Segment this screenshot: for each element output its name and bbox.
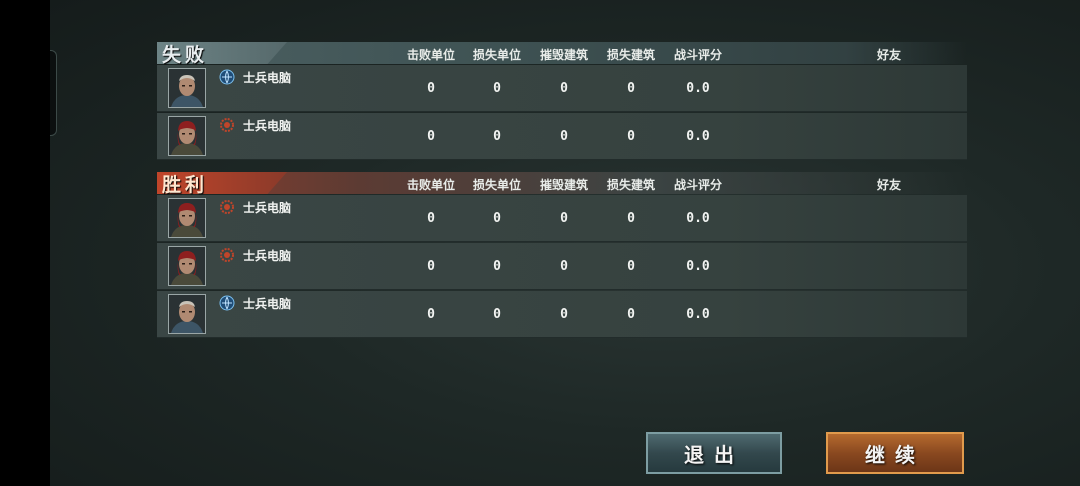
side-drawer-handle[interactable] bbox=[50, 50, 57, 136]
continue-button[interactable]: 继续 bbox=[826, 432, 964, 474]
player-row: 士兵电脑 0 0 0 0 0.0 bbox=[157, 65, 967, 112]
col-score-header: 战斗评分 bbox=[673, 48, 723, 62]
blue-globe-icon bbox=[219, 295, 235, 311]
player-row: 士兵电脑 0 0 0 0 0.0 bbox=[157, 113, 967, 160]
red-gear-icon bbox=[219, 247, 235, 263]
kills-value: 0 bbox=[427, 81, 435, 96]
destroyed-value: 0 bbox=[560, 307, 568, 322]
col-friend-header: 好友 bbox=[876, 178, 902, 192]
player-row: 士兵电脑 0 0 0 0 0.0 bbox=[157, 243, 967, 290]
losses-value: 0 bbox=[493, 259, 501, 274]
losses-value: 0 bbox=[493, 81, 501, 96]
player-row: 士兵电脑 0 0 0 0 0.0 bbox=[157, 291, 967, 338]
losses-value: 0 bbox=[493, 307, 501, 322]
player-avatar bbox=[168, 294, 206, 334]
exit-button[interactable]: 退出 bbox=[646, 432, 782, 474]
lost-buildings-value: 0 bbox=[627, 81, 635, 96]
kills-value: 0 bbox=[427, 129, 435, 144]
kills-value: 0 bbox=[427, 211, 435, 226]
score-value: 0.0 bbox=[686, 211, 710, 226]
victory-header: 胜利 击败单位 损失单位 摧毁建筑 损失建筑 战斗评分 好友 bbox=[157, 172, 967, 196]
player-row: 士兵电脑 0 0 0 0 0.0 bbox=[157, 195, 967, 242]
destroyed-value: 0 bbox=[560, 129, 568, 144]
lost-buildings-value: 0 bbox=[627, 211, 635, 226]
player-name: 士兵电脑 bbox=[243, 297, 292, 311]
player-name: 士兵电脑 bbox=[243, 249, 292, 263]
kills-value: 0 bbox=[427, 259, 435, 274]
lost-buildings-value: 0 bbox=[627, 129, 635, 144]
player-avatar bbox=[168, 198, 206, 238]
losses-value: 0 bbox=[493, 129, 501, 144]
player-avatar bbox=[168, 246, 206, 286]
victory-section: 胜利 击败单位 损失单位 摧毁建筑 损失建筑 战斗评分 好友 士兵电脑 0 0 0 0 0… bbox=[157, 172, 967, 338]
col-kills-header: 击败单位 bbox=[406, 178, 456, 192]
destroyed-value: 0 bbox=[560, 259, 568, 274]
col-kills-header: 击败单位 bbox=[406, 48, 456, 62]
red-gear-icon bbox=[219, 199, 235, 215]
score-value: 0.0 bbox=[686, 81, 710, 96]
col-destroyed-header: 摧毁建筑 bbox=[539, 48, 589, 62]
red-gear-icon bbox=[219, 117, 235, 133]
col-destroyed-header: 摧毁建筑 bbox=[539, 178, 589, 192]
defeat-title: 失败 bbox=[162, 44, 209, 66]
victory-title: 胜利 bbox=[162, 174, 209, 196]
player-name: 士兵电脑 bbox=[243, 119, 292, 133]
lost-buildings-value: 0 bbox=[627, 259, 635, 274]
player-avatar bbox=[168, 116, 206, 156]
col-losses-header: 损失单位 bbox=[472, 48, 522, 62]
lost-buildings-value: 0 bbox=[627, 307, 635, 322]
player-name: 士兵电脑 bbox=[243, 71, 292, 85]
player-avatar bbox=[168, 68, 206, 108]
losses-value: 0 bbox=[493, 211, 501, 226]
destroyed-value: 0 bbox=[560, 81, 568, 96]
score-value: 0.0 bbox=[686, 129, 710, 144]
player-name: 士兵电脑 bbox=[243, 201, 292, 215]
col-score-header: 战斗评分 bbox=[673, 178, 723, 192]
col-lost-buildings-header: 损失建筑 bbox=[606, 178, 656, 192]
col-lost-buildings-header: 损失建筑 bbox=[606, 48, 656, 62]
destroyed-value: 0 bbox=[560, 211, 568, 226]
kills-value: 0 bbox=[427, 307, 435, 322]
col-friend-header: 好友 bbox=[876, 48, 902, 62]
score-value: 0.0 bbox=[686, 259, 710, 274]
blue-globe-icon bbox=[219, 69, 235, 85]
defeat-section: 失败 击败单位 损失单位 摧毁建筑 损失建筑 战斗评分 好友 士兵电脑 0 0 0 0 0… bbox=[157, 42, 967, 160]
defeat-header: 失败 击败单位 损失单位 摧毁建筑 损失建筑 战斗评分 好友 bbox=[157, 42, 967, 66]
score-value: 0.0 bbox=[686, 307, 710, 322]
col-losses-header: 损失单位 bbox=[472, 178, 522, 192]
game-screen: 失败 击败单位 损失单位 摧毁建筑 损失建筑 战斗评分 好友 士兵电脑 0 0 0 0 0… bbox=[50, 0, 1080, 486]
